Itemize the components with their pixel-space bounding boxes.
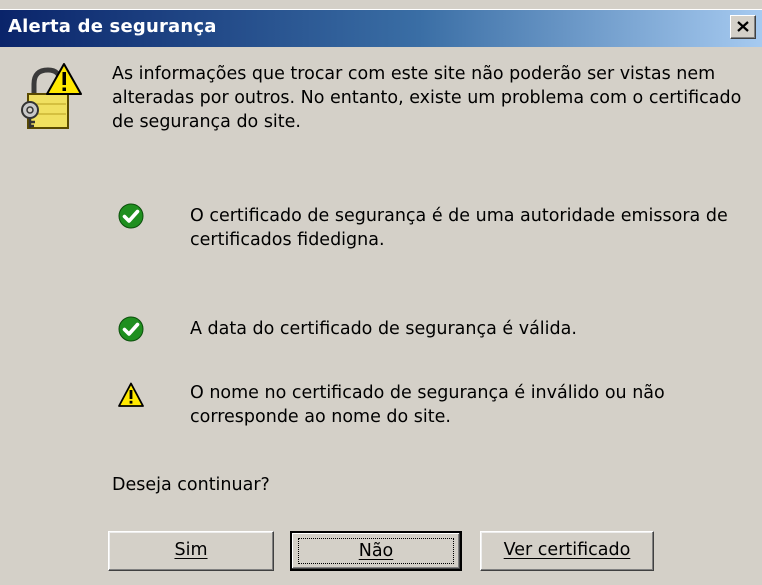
intro-message: As informações que trocar com este site … <box>112 64 742 132</box>
certificate-name-status: O nome no certificado de segurança é inv… <box>190 383 665 427</box>
certificate-authority-status: O certificado de segurança é de uma auto… <box>190 206 728 250</box>
close-button[interactable] <box>730 15 756 39</box>
title-bar[interactable]: Alerta de segurança <box>0 9 762 47</box>
warning-triangle-icon <box>118 382 144 407</box>
view-certificate-button[interactable]: Ver certificado <box>480 531 654 571</box>
close-icon <box>737 21 749 32</box>
continue-question: Deseja continuar? <box>112 475 270 495</box>
certificate-date-status: A data do certificado de segurança é vál… <box>190 319 577 339</box>
yes-button-label: Sim <box>174 540 208 560</box>
view-certificate-button-label: Ver certificado <box>503 540 631 560</box>
no-button-label: Não <box>358 541 394 561</box>
window-title: Alerta de segurança <box>8 16 217 37</box>
security-alert-dialog: Alerta de segurança As informações que t… <box>0 0 762 585</box>
yes-button[interactable]: Sim <box>108 531 274 571</box>
green-check-icon <box>118 203 144 229</box>
security-lock-warning-icon <box>21 63 82 129</box>
green-check-icon <box>118 316 144 342</box>
no-button[interactable]: Não <box>290 531 462 571</box>
